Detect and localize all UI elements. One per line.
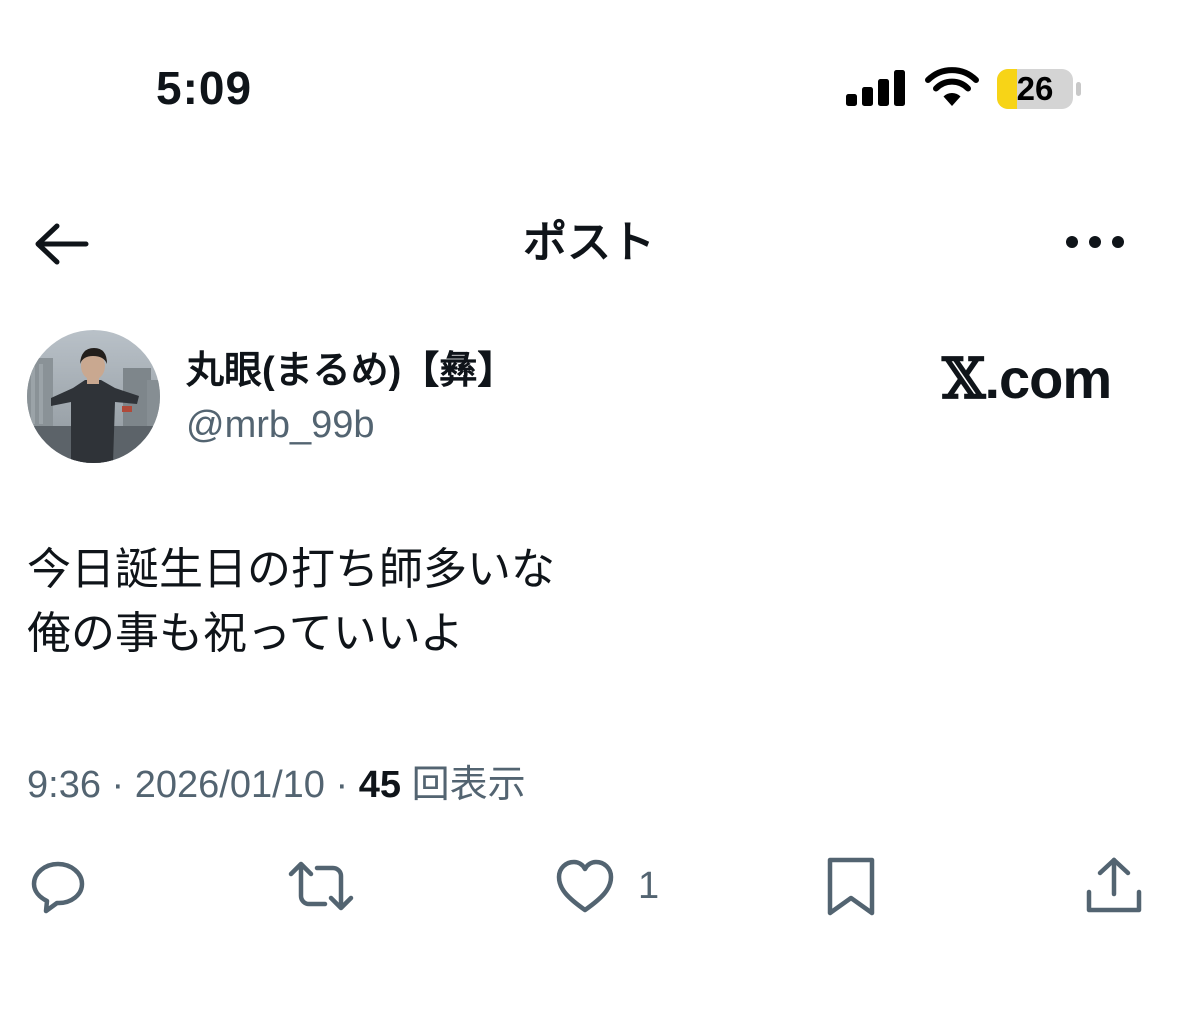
more-options-button[interactable] bbox=[1064, 232, 1126, 252]
views-count: 45 bbox=[358, 764, 401, 806]
post-text-line: 今日誕生日の打ち師多いな bbox=[27, 545, 555, 594]
reply-icon bbox=[31, 861, 85, 914]
share-button[interactable] bbox=[1084, 856, 1144, 916]
repost-icon bbox=[288, 861, 354, 911]
watermark-domain: .com bbox=[984, 347, 1112, 410]
cellular-signal-icon bbox=[846, 70, 905, 106]
share-icon bbox=[1086, 857, 1142, 913]
heart-icon bbox=[556, 859, 614, 913]
x-com-watermark: 𝕏.com bbox=[942, 346, 1112, 412]
bookmark-button[interactable] bbox=[826, 856, 876, 918]
meta-separator: · bbox=[335, 764, 349, 806]
x-logo: 𝕏 bbox=[942, 346, 985, 412]
views-label: 回表示 bbox=[411, 764, 526, 806]
bookmark-icon bbox=[827, 857, 875, 916]
reply-button[interactable] bbox=[28, 856, 88, 916]
like-count: 1 bbox=[638, 865, 660, 907]
post-meta: 9:36 · 2026/01/10 · 45 回表示 bbox=[27, 760, 526, 810]
author-display-name[interactable]: 丸眼(まるめ)【彝】 bbox=[186, 347, 515, 395]
more-horizontal-icon bbox=[1066, 236, 1124, 248]
post-text-line: 俺の事も祝っていいよ bbox=[27, 609, 464, 658]
battery-level: 26 bbox=[1017, 70, 1054, 107]
repost-button[interactable] bbox=[287, 856, 355, 916]
wifi-icon bbox=[925, 67, 979, 106]
like-button[interactable]: 1 bbox=[554, 856, 674, 916]
status-time: 5:09 bbox=[156, 62, 253, 114]
post-date[interactable]: 2026/01/10 bbox=[135, 764, 325, 806]
page-title: ポスト bbox=[523, 218, 655, 267]
avatar[interactable] bbox=[27, 330, 160, 463]
avatar-photo bbox=[27, 330, 160, 463]
meta-separator: · bbox=[111, 764, 125, 806]
author-handle[interactable]: @mrb_99b bbox=[186, 401, 375, 449]
post-text: 今日誕生日の打ち師多いな 俺の事も祝っていいよ bbox=[27, 538, 555, 666]
battery-icon: 26 bbox=[997, 69, 1081, 109]
post-time[interactable]: 9:36 bbox=[27, 764, 101, 806]
